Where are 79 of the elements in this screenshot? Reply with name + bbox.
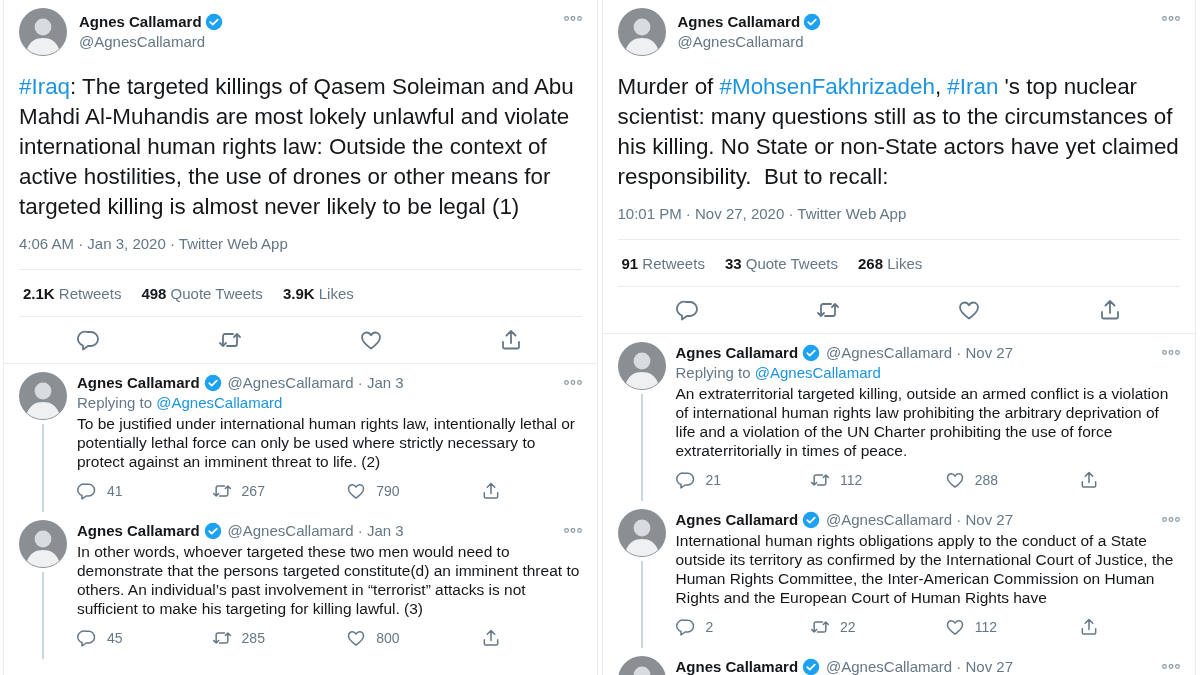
speech-bubble-icon	[77, 481, 97, 501]
more-icon	[1162, 517, 1180, 522]
author-name[interactable]: Agnes Callamard	[77, 372, 200, 393]
more-button[interactable]	[1162, 517, 1180, 522]
more-icon	[1162, 16, 1180, 21]
reply-button[interactable]: 41	[77, 481, 137, 501]
speech-bubble-icon	[675, 617, 696, 637]
reply-text: To be justified under international human rights law, intentionally lethal or potentially lethal force can only be used where strictly necessary to protect against an imminent threat to life. (2)	[77, 414, 577, 471]
hashtag-link[interactable]: #Iran	[947, 74, 999, 99]
avatar-icon	[19, 8, 67, 56]
more-icon	[563, 16, 582, 21]
author-handle-and-date[interactable]: @AgnesCallamard · Jan 3	[227, 372, 404, 393]
like-button[interactable]: 790	[346, 481, 407, 501]
more-button[interactable]	[563, 528, 582, 533]
more-button[interactable]	[563, 16, 582, 21]
heart-icon	[944, 617, 965, 637]
engagement-stat[interactable]: 33 Quote Tweets	[724, 254, 839, 272]
engagement-stat[interactable]: 268 Likes	[858, 254, 923, 272]
more-button[interactable]	[563, 380, 582, 385]
reply-text: In other words, whoever targeted these two men would need to demonstrate that the persons targeted constitute(d) an imminent threat to others. An individual’s past involvement in “terrorist” attacks is not sufficient to make his targeting for killing lawful. (3)	[77, 542, 581, 618]
speech-bubble-icon	[675, 470, 696, 490]
author-name[interactable]: Agnes Callamard	[675, 342, 799, 363]
retweet-button[interactable]: 112	[810, 470, 871, 490]
more-button[interactable]	[1162, 16, 1180, 21]
reply-text: An extraterritorial targeted killing, outside an armed conflict is a violation of international human rights law prohibiting the arbitrary deprivation of life and a violation of the UN Charter prohibiting the use of force extraterritorially in times of peace.	[675, 384, 1170, 460]
author-name[interactable]: Agnes Callamard	[677, 12, 801, 32]
like-button[interactable]: 112	[944, 617, 1005, 637]
like-button[interactable]: 288	[944, 470, 1005, 490]
tweet-timestamp: 4:06 AM · Jan 3, 2020 · Twitter Web App	[19, 234, 582, 270]
author-handle[interactable]: @AgnesCallamard	[677, 32, 1162, 52]
hashtag-link[interactable]: #Iraq	[19, 74, 71, 99]
reply-button[interactable]	[77, 328, 102, 352]
like-button[interactable]: 800	[346, 628, 407, 648]
heart-icon	[944, 470, 965, 490]
retweet-button[interactable]: 267	[211, 481, 272, 501]
author-handle-and-date[interactable]: @AgnesCallamard · Nov 27	[826, 342, 1014, 363]
reply-button[interactable]: 45	[77, 628, 137, 648]
tweet-text: #Iraq: The targeted killings of Qasem Soleiman and Abu Mahdi Al-Muhandis are most lokely unlawful and violate international human rights law: Outside the context of active hostilities, the use of drones or other means for targeted killing is almost never likely to be legal (1)	[19, 73, 575, 221]
reply-button[interactable]: 2	[675, 617, 736, 637]
more-icon	[1162, 664, 1180, 669]
speech-bubble-icon	[675, 298, 700, 322]
avatar-icon	[617, 509, 666, 557]
author-name[interactable]: Agnes Callamard	[675, 509, 799, 530]
engagement-stat[interactable]: 498 Quote Tweets	[141, 284, 263, 302]
more-button[interactable]	[1162, 350, 1180, 355]
avatar-icon	[19, 372, 67, 420]
author-handle[interactable]: @AgnesCallamard	[79, 32, 564, 52]
tweet-text: Murder of #MohsenFakhrizadeh, #Iran 's top nuclear scientist: many questions still as to the circumstances of his killing. No State or non-State actors have yet claimed responsibility. But to recall:	[617, 73, 1180, 191]
heart-icon	[346, 628, 367, 648]
engagement-stat[interactable]: 3.9K Likes	[282, 284, 354, 302]
speech-bubble-icon	[77, 628, 97, 648]
mention-link[interactable]: @AgnesCallamard	[156, 394, 283, 411]
reply-text: International human rights obligations apply to the conduct of a State outside its territory as confirmed by the International Court of Justice, the Human Rights Committee, the Inter-American Commission on Human Rights and the European Court of Human Rights have	[675, 531, 1175, 607]
more-button[interactable]	[1162, 664, 1180, 669]
author-handle-and-date[interactable]: @AgnesCallamard · Jan 3	[227, 520, 404, 541]
heart-icon	[346, 481, 367, 501]
reply-button[interactable]: 21	[675, 470, 736, 490]
more-icon	[563, 380, 582, 385]
author-handle-and-date[interactable]: @AgnesCallamard · Nov 27	[826, 656, 1014, 675]
author-name[interactable]: Agnes Callamard	[79, 12, 202, 32]
retweet-button[interactable]: 22	[810, 617, 871, 637]
engagement-stat[interactable]: 91 Retweets	[621, 254, 705, 272]
mention-link[interactable]: @AgnesCallamard	[754, 364, 881, 381]
avatar-icon	[617, 342, 666, 390]
hashtag-link[interactable]: #MohsenFakhrizadeh	[719, 74, 935, 99]
author-name[interactable]: Agnes Callamard	[77, 520, 200, 541]
author-handle-and-date[interactable]: @AgnesCallamard · Nov 27	[826, 509, 1014, 530]
author-name[interactable]: Agnes Callamard	[675, 656, 799, 675]
more-icon	[563, 528, 582, 533]
more-icon	[1162, 350, 1180, 355]
speech-bubble-icon	[77, 328, 102, 352]
avatar-icon	[19, 520, 67, 568]
engagement-stat[interactable]: 2.1K Retweets	[23, 284, 122, 302]
reply-button[interactable]	[675, 298, 700, 322]
replying-to-text: Replying to @AgnesCallamard	[77, 393, 284, 413]
tweet-timestamp: 10:01 PM · Nov 27, 2020 · Twitter Web App	[617, 204, 1180, 240]
avatar-icon	[617, 8, 666, 56]
replying-to-text: Replying to @AgnesCallamard	[675, 363, 882, 383]
retweet-button[interactable]: 285	[211, 628, 272, 648]
